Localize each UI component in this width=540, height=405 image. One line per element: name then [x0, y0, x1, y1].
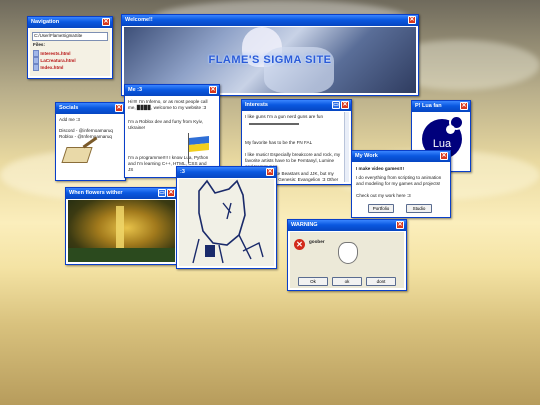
me-intro: Hi!!!! I'm Inferno, or as most people ca…: [128, 99, 208, 110]
studio-button[interactable]: Studio: [406, 204, 432, 213]
welcome-titlebar[interactable]: Welcome!!: [122, 15, 418, 26]
navigation-titlebar[interactable]: Navigation: [28, 17, 112, 28]
file-link[interactable]: LaCreatura.html: [40, 58, 75, 63]
file-icon: [33, 64, 39, 71]
files-label: Files:: [33, 42, 45, 47]
dont-button[interactable]: dont: [366, 277, 396, 286]
close-icon[interactable]: ✕: [102, 18, 110, 26]
banner-title: FLAME'S SIGMA SITE: [208, 54, 332, 66]
file-link[interactable]: Index.html: [40, 65, 63, 70]
socials-window[interactable]: Socials ✕ Add me :3 Discord - @infernoam…: [55, 102, 126, 181]
drawing-window[interactable]: :3 ✕: [176, 166, 277, 269]
close-icon[interactable]: ✕: [440, 152, 448, 160]
close-icon[interactable]: ✕: [408, 16, 416, 24]
file-icon: [33, 50, 39, 57]
ukraine-flag-icon: [189, 135, 209, 153]
mywork-cta: Check out my work here :3: [356, 193, 411, 198]
mywork-description: I do everything from scripting to animat…: [356, 175, 442, 186]
goat-head-image: [338, 242, 358, 264]
file-link[interactable]: Interests.html: [40, 51, 70, 56]
foliage-shape: [68, 248, 175, 262]
close-icon[interactable]: ✕: [460, 102, 468, 110]
close-icon[interactable]: ✕: [209, 86, 217, 94]
me-titlebar[interactable]: Me :3: [125, 85, 219, 96]
close-icon[interactable]: ✕: [266, 168, 274, 176]
pixel-cat-drawing: [192, 179, 264, 264]
warning-titlebar[interactable]: WARNING: [288, 220, 406, 231]
file-icon: [33, 57, 39, 64]
flowers-window[interactable]: When flowers wither ▭ ✕: [65, 187, 178, 265]
file-item[interactable]: Interests.html: [33, 50, 76, 57]
close-icon[interactable]: ✕: [396, 221, 404, 229]
rifle-icon: [249, 123, 299, 125]
ok-secondary-button[interactable]: ok: [332, 277, 362, 286]
close-icon[interactable]: ✕: [115, 104, 123, 112]
portfolio-button[interactable]: Portfolio: [368, 204, 394, 213]
me-location: I'm a Roblox dev and furry from Kyiv, Uk…: [128, 119, 203, 130]
error-icon: ✕: [294, 239, 305, 250]
file-item[interactable]: Index.html: [33, 64, 76, 71]
path-field[interactable]: C:/User/FlameSigmaSite: [32, 32, 108, 41]
close-icon[interactable]: ✕: [341, 101, 349, 109]
ok-button[interactable]: Ok: [298, 277, 328, 286]
file-item[interactable]: LaCreatura.html: [33, 57, 76, 64]
navigation-window[interactable]: Navigation ✕ C:/User/FlameSigmaSite File…: [27, 16, 113, 79]
me-window[interactable]: Me :3 ✕ Hi!!!! I'm Inferno, or as most p…: [124, 84, 220, 178]
lua-logo-hole: [446, 125, 455, 134]
add-me-text: Add me :3: [59, 117, 80, 122]
close-icon[interactable]: ✕: [167, 189, 175, 197]
interests-fal: My favorite has to be the FN FAL: [245, 140, 313, 145]
mywork-titlebar[interactable]: My Work: [352, 151, 450, 162]
mywork-window[interactable]: My Work ✕ I make video games!!! I do eve…: [351, 150, 451, 218]
roblox-handle: Roblox - @Infernoamaruq: [59, 134, 112, 139]
lua-logo-text: Lua: [432, 138, 452, 150]
flag-pole: [188, 133, 189, 163]
minimize-icon[interactable]: ▭: [158, 189, 166, 197]
book-quill-icon: [61, 147, 93, 163]
discord-handle: Discord - @infernoamaruq: [59, 128, 113, 133]
warning-window[interactable]: WARNING ✕ ✕ goober Ok ok dont: [287, 219, 407, 291]
interests-guns: I like guns I'm a gun nerd guns are fun: [245, 114, 323, 119]
warning-message: goober: [309, 239, 325, 244]
tower-shape: [116, 206, 124, 250]
mywork-heading: I make video games!!!: [356, 166, 404, 171]
scrollbar[interactable]: [344, 112, 349, 182]
flowers-image: [68, 200, 175, 262]
minimize-icon[interactable]: ▭: [332, 101, 340, 109]
drawing-titlebar[interactable]: :3: [177, 167, 276, 178]
